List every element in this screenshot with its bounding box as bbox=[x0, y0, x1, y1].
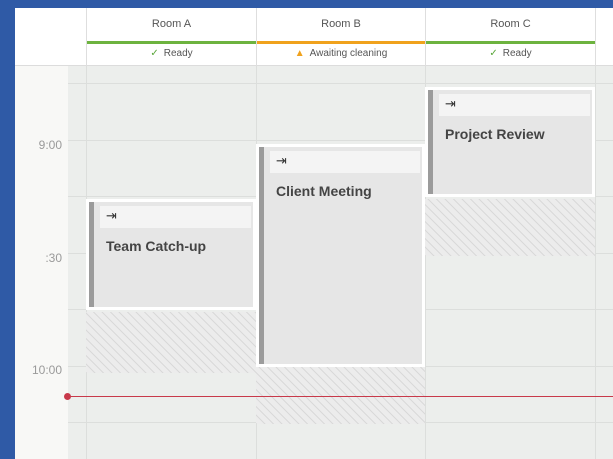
grid-line bbox=[68, 83, 613, 84]
room-status: ✓ Ready bbox=[489, 48, 532, 59]
arrow-to-end-icon[interactable]: ⇥ bbox=[100, 206, 251, 228]
room-name: Room B bbox=[321, 18, 361, 30]
room-name: Room A bbox=[151, 18, 192, 30]
room-column-c[interactable]: Room C ✓ Ready bbox=[425, 8, 595, 66]
current-time-dot bbox=[64, 393, 71, 400]
event-stripe bbox=[428, 90, 433, 194]
time-gutter: 9:00 :30 10:00 bbox=[15, 66, 68, 459]
status-bar bbox=[426, 41, 595, 44]
event-card[interactable]: ⇥ Client Meeting bbox=[256, 144, 425, 367]
arrow-to-end-icon[interactable]: ⇥ bbox=[439, 94, 590, 116]
room-status: ✓ Ready bbox=[150, 48, 193, 59]
status-bar bbox=[87, 41, 256, 44]
room-header: Room A ✓ Ready Room B ▲ Awaiting cleaning … bbox=[15, 8, 613, 66]
grid-column-line bbox=[595, 66, 596, 459]
event-card[interactable]: ⇥ Project Review bbox=[425, 87, 595, 197]
time-label: 10:00 bbox=[31, 363, 62, 377]
room-column-next bbox=[595, 8, 613, 66]
time-label: :30 bbox=[45, 251, 62, 265]
event-title: Team Catch-up bbox=[106, 238, 207, 254]
event-title: Project Review bbox=[445, 126, 545, 142]
room-status: ▲ Awaiting cleaning bbox=[294, 48, 388, 59]
warning-icon: ▲ bbox=[294, 48, 305, 59]
cleaning-buffer bbox=[86, 312, 256, 373]
status-bar bbox=[257, 41, 425, 44]
event-stripe bbox=[259, 147, 264, 364]
room-column-b[interactable]: Room B ▲ Awaiting cleaning bbox=[256, 8, 425, 66]
event-stripe bbox=[89, 202, 94, 307]
calendar-frame: Room A ✓ Ready Room B ▲ Awaiting cleaning … bbox=[15, 8, 613, 459]
event-title: Client Meeting bbox=[276, 183, 372, 199]
room-name: Room C bbox=[490, 18, 531, 30]
current-time-line bbox=[68, 396, 613, 397]
arrow-to-end-icon[interactable]: ⇥ bbox=[270, 151, 420, 173]
check-icon: ✓ bbox=[489, 48, 498, 59]
cleaning-buffer bbox=[425, 199, 595, 256]
event-card[interactable]: ⇥ Team Catch-up bbox=[86, 199, 256, 310]
check-icon: ✓ bbox=[150, 48, 159, 59]
room-column-a[interactable]: Room A ✓ Ready bbox=[86, 8, 256, 66]
time-label: 9:00 bbox=[38, 138, 62, 152]
